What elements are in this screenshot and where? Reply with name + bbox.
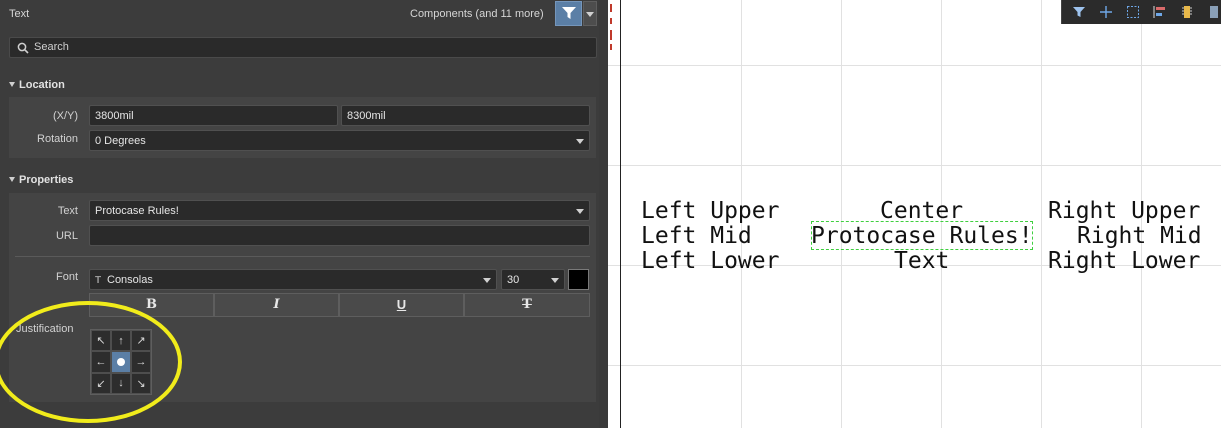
justify-bottom-center-button[interactable]: ↓	[111, 372, 131, 394]
filter-button[interactable]	[555, 1, 582, 26]
chevron-down-icon	[576, 209, 584, 214]
text-text[interactable]: Text	[894, 249, 949, 274]
xy-label: (X/Y)	[52, 110, 78, 122]
collapse-triangle-icon	[9, 82, 15, 87]
justify-bottom-left-button[interactable]: ↙	[91, 372, 111, 394]
selected-dot-icon	[117, 357, 125, 366]
bold-button[interactable]: B	[89, 293, 214, 317]
strikethrough-button[interactable]: T	[464, 293, 590, 317]
font-select[interactable]: T Consolas	[89, 269, 497, 290]
justify-middle-right-button[interactable]: →	[131, 351, 151, 373]
text-value: Protocase Rules!	[95, 205, 179, 217]
component-icon[interactable]	[1179, 4, 1195, 20]
divider	[15, 256, 590, 257]
text-label: Text	[57, 205, 78, 217]
align-icon[interactable]	[1152, 4, 1168, 20]
x-field[interactable]: 3800mil	[89, 105, 338, 126]
url-field[interactable]	[89, 225, 590, 246]
justify-top-right-button[interactable]: ↗	[131, 330, 151, 352]
justify-center-button[interactable]	[111, 351, 131, 373]
chevron-down-icon	[551, 278, 559, 283]
text-left-mid[interactable]: Left Mid	[641, 224, 752, 249]
location-section-header[interactable]: Location	[9, 79, 65, 91]
url-label: URL	[55, 230, 78, 242]
text-left-upper[interactable]: Left Upper	[641, 199, 779, 224]
font-size-value: 30	[507, 274, 520, 286]
font-value: Consolas	[107, 274, 153, 286]
underline-button[interactable]: U	[339, 293, 464, 317]
select-rect-icon[interactable]	[1125, 4, 1141, 20]
sheet-zone-marker-icon	[610, 4, 612, 50]
components-filter-label[interactable]: Components (and 11 more)	[410, 8, 544, 20]
panel-header: Text Components (and 11 more)	[0, 0, 608, 30]
filter-icon[interactable]	[1071, 4, 1087, 20]
justify-top-center-button[interactable]: ↑	[111, 330, 131, 352]
search-input[interactable]: Search	[9, 37, 597, 58]
chevron-down-icon	[576, 139, 584, 144]
justify-middle-left-button[interactable]: ←	[91, 351, 111, 373]
rotation-select[interactable]: 0 Degrees	[89, 130, 590, 151]
search-placeholder: Search	[34, 41, 69, 53]
rotation-label: Rotation	[37, 133, 78, 145]
properties-section-title: Properties	[19, 174, 74, 186]
crosshair-icon[interactable]	[1098, 4, 1114, 20]
grid-line	[608, 365, 1221, 366]
text-select[interactable]: Protocase Rules!	[89, 200, 590, 221]
grid-line	[608, 165, 1221, 166]
text-color-swatch[interactable]	[568, 269, 589, 290]
filter-dropdown-button[interactable]	[583, 1, 597, 26]
rotation-value: 0 Degrees	[95, 135, 146, 147]
location-section-title: Location	[19, 79, 65, 91]
chevron-down-icon	[483, 278, 491, 283]
y-field[interactable]: 8300mil	[341, 105, 590, 126]
sheet-border	[620, 0, 621, 428]
font-size-select[interactable]: 30	[501, 269, 565, 290]
collapse-triangle-icon	[9, 177, 15, 182]
more-icon[interactable]	[1206, 4, 1221, 20]
font-label: Font	[55, 271, 78, 283]
filter-icon	[562, 7, 576, 19]
panel-title: Text	[9, 8, 30, 20]
text-right-mid[interactable]: Right Mid	[1077, 224, 1202, 249]
text-right-upper[interactable]: Right Upper	[1048, 199, 1200, 224]
search-icon	[17, 42, 29, 54]
justify-top-left-button[interactable]: ↖	[91, 330, 111, 352]
justify-bottom-right-button[interactable]: ↘	[131, 372, 151, 394]
text-right-lower[interactable]: Right Lower	[1048, 249, 1200, 274]
italic-button[interactable]: I	[214, 293, 339, 317]
justification-grid: ↖ ↑ ↗ ← → ↙ ↓ ↘	[90, 329, 152, 395]
properties-section-header[interactable]: Properties	[9, 174, 73, 186]
chevron-down-icon	[586, 12, 594, 17]
justification-label: Justification	[16, 323, 74, 335]
selection-box	[811, 221, 1033, 250]
panel-scrollbar[interactable]	[599, 0, 608, 428]
properties-panel: Text Components (and 11 more) Search Loc…	[0, 0, 608, 428]
truetype-font-icon: T	[95, 275, 102, 286]
schematic-canvas[interactable]: Left Upper Center Right Upper Left Mid P…	[608, 0, 1221, 428]
canvas-toolbar	[1061, 0, 1221, 24]
text-left-lower[interactable]: Left Lower	[641, 249, 779, 274]
grid-line	[608, 65, 1221, 66]
